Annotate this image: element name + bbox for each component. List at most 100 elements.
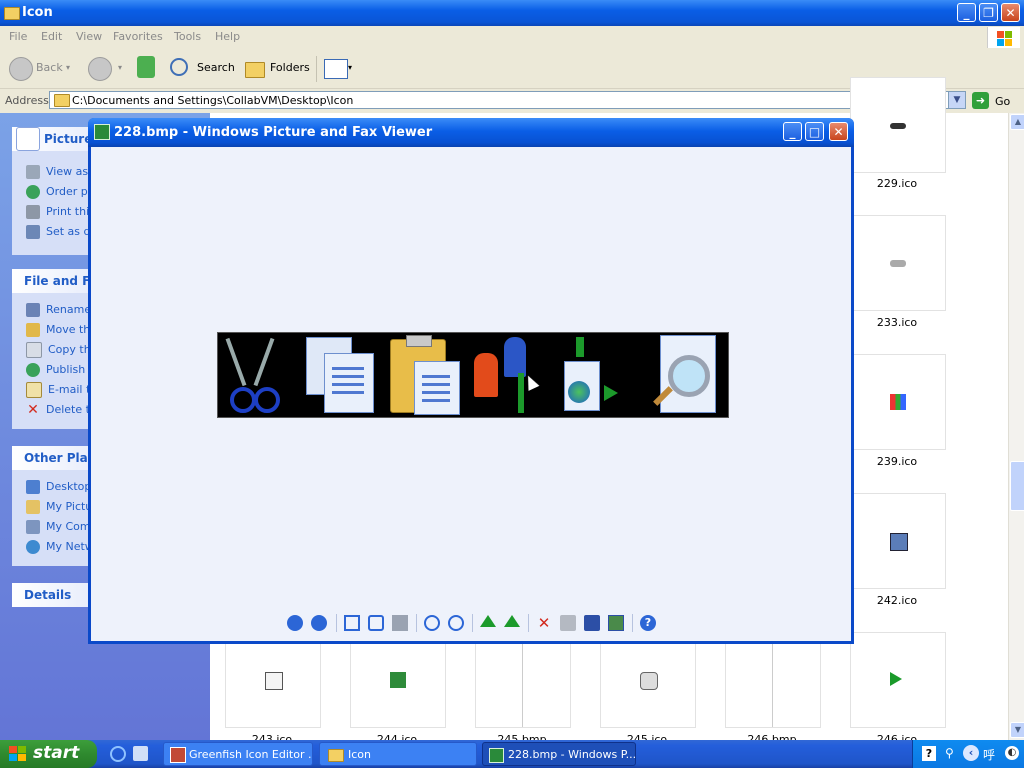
file-thumbnail[interactable] <box>725 632 821 728</box>
viewer-close-button[interactable]: ✕ <box>829 122 848 141</box>
place-my-computer[interactable]: My Comp <box>26 518 98 536</box>
move-icon <box>26 323 40 337</box>
print-icon[interactable] <box>560 615 576 631</box>
zoom-out-icon[interactable] <box>448 615 464 631</box>
views-dropdown-icon[interactable]: ▾ <box>348 55 352 81</box>
task-email[interactable]: E-mail th <box>26 381 97 399</box>
color-icon <box>890 394 906 410</box>
viewer-maximize-button[interactable]: □ <box>805 122 824 141</box>
file-label[interactable]: 229.ico <box>847 177 947 190</box>
play-icon <box>890 672 902 686</box>
task-view-as[interactable]: View as <box>26 163 88 181</box>
menu-edit[interactable]: Edit <box>41 30 62 43</box>
rotate-clockwise-icon[interactable] <box>480 615 496 627</box>
search-icon <box>170 58 188 76</box>
viewer-title-bar[interactable]: 228.bmp - Windows Picture and Fax Viewer… <box>88 118 854 147</box>
up-folder-icon[interactable] <box>137 56 155 78</box>
file-thumbnail[interactable] <box>850 354 946 450</box>
ime-mode-icon[interactable]: ◐ <box>1005 746 1019 760</box>
file-label[interactable]: 233.ico <box>847 316 947 329</box>
show-desktop-icon[interactable] <box>133 746 148 761</box>
search-button[interactable]: Search <box>197 55 235 81</box>
file-label[interactable]: 242.ico <box>847 594 947 607</box>
place-my-network[interactable]: My Netw <box>26 538 94 556</box>
pictures-icon <box>16 127 40 151</box>
views-icon[interactable] <box>324 59 348 79</box>
folders-button[interactable]: Folders <box>270 55 310 81</box>
back-button[interactable]: Back <box>36 55 63 81</box>
ime-indicator[interactable]: 呼 <box>983 746 995 763</box>
file-thumbnail[interactable] <box>850 215 946 311</box>
task-set-as-desktop[interactable]: Set as d <box>26 223 91 241</box>
network-icon <box>26 540 40 554</box>
scroll-thumb[interactable] <box>1010 461 1024 511</box>
edit-icon[interactable] <box>608 615 624 631</box>
taskbar-button-picture-viewer[interactable]: 228.bmp - Windows P... <box>482 742 636 766</box>
forward-arrow-icon[interactable] <box>88 57 112 81</box>
forward-dropdown-icon[interactable]: ▾ <box>118 55 122 81</box>
task-move[interactable]: Move th <box>26 321 90 339</box>
scroll-down-icon[interactable]: ▼ <box>1010 722 1024 738</box>
pen-tray-icon[interactable]: ⚲ <box>945 746 957 761</box>
rotate-counterclockwise-icon[interactable] <box>504 615 520 627</box>
displayed-image <box>217 332 729 418</box>
task-delete[interactable]: ✕ Delete th <box>26 401 97 419</box>
place-my-pictures[interactable]: My Pictu <box>26 498 92 516</box>
save-icon[interactable] <box>584 615 600 631</box>
address-input[interactable]: C:\Documents and Settings\CollabVM\Deskt… <box>49 91 966 109</box>
help-tray-icon[interactable]: ? <box>922 746 936 761</box>
restore-button[interactable]: ❐ <box>979 3 998 22</box>
next-image-icon[interactable] <box>311 615 327 631</box>
envelope-icon <box>26 382 42 398</box>
menu-favorites[interactable]: Favorites <box>113 30 163 43</box>
menu-file[interactable]: File <box>9 30 27 43</box>
address-dropdown-icon[interactable]: ▼ <box>948 92 965 108</box>
windows-flag-icon <box>9 746 27 762</box>
delete-icon[interactable]: ✕ <box>536 615 552 631</box>
menu-help[interactable]: Help <box>215 30 240 43</box>
vertical-scrollbar[interactable]: ▲ ▼ <box>1008 113 1024 740</box>
task-order-prints[interactable]: Order pr <box>26 183 92 201</box>
taskbar-button-greenfish[interactable]: Greenfish Icon Editor ... <box>163 742 313 766</box>
internet-explorer-icon[interactable] <box>110 746 126 762</box>
scroll-up-icon[interactable]: ▲ <box>1010 114 1024 130</box>
collapse-tray-icon[interactable]: ‹ <box>963 745 979 761</box>
file-thumbnail[interactable] <box>225 632 321 728</box>
back-arrow-icon[interactable] <box>9 57 33 81</box>
folder-icon <box>4 7 20 20</box>
taskbar-button-icon-folder[interactable]: Icon <box>319 742 477 766</box>
task-print[interactable]: Print this <box>26 203 95 221</box>
task-publish[interactable]: Publish t <box>26 361 93 379</box>
back-dropdown-icon[interactable]: ▾ <box>66 55 70 81</box>
actual-size-icon[interactable] <box>368 615 384 631</box>
go-arrow-icon: ➜ <box>972 92 989 109</box>
task-copy[interactable]: Copy thi <box>26 341 94 359</box>
menu-tools[interactable]: Tools <box>174 30 201 43</box>
file-thumbnail[interactable] <box>850 632 946 728</box>
slideshow-icon[interactable] <box>392 615 408 631</box>
file-thumbnail[interactable] <box>850 77 946 173</box>
go-button[interactable]: ➜ Go <box>972 92 1022 110</box>
minimize-button[interactable]: _ <box>957 3 976 22</box>
previous-image-icon[interactable] <box>287 615 303 631</box>
monitor-icon <box>890 533 908 551</box>
slideshow-icon <box>26 165 40 179</box>
toolbar-separator <box>472 614 473 632</box>
close-button[interactable]: ✕ <box>1001 3 1020 22</box>
copy-icon <box>26 342 42 358</box>
file-thumbnail[interactable] <box>850 493 946 589</box>
zoom-in-icon[interactable] <box>424 615 440 631</box>
start-button[interactable]: start <box>0 740 97 768</box>
help-icon[interactable]: ? <box>640 615 656 631</box>
viewer-minimize-button[interactable]: _ <box>783 122 802 141</box>
best-fit-icon[interactable] <box>344 615 360 631</box>
mouse-icon <box>890 123 906 129</box>
viewer-toolbar: ✕ ? <box>91 611 851 635</box>
file-thumbnail[interactable] <box>475 632 571 728</box>
file-label[interactable]: 239.ico <box>847 455 947 468</box>
menu-view[interactable]: View <box>76 30 102 43</box>
file-thumbnail[interactable] <box>600 632 696 728</box>
place-desktop[interactable]: Desktop <box>26 478 91 496</box>
file-thumbnail[interactable] <box>350 632 446 728</box>
task-rename[interactable]: Rename <box>26 301 91 319</box>
